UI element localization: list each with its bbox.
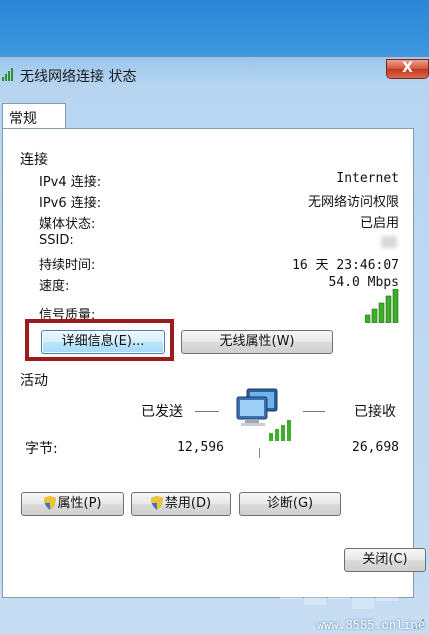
tab-strip: 常规 [0, 101, 429, 130]
bytes-sent-value: 12,596 [177, 440, 224, 455]
disable-button[interactable]: 禁用(D) [131, 492, 231, 516]
speed-label: 速度: [39, 279, 70, 294]
bytes-label: 字节: [25, 441, 58, 457]
ipv4-value: Internet [336, 171, 399, 186]
wireless-properties-button-label: 无线属性(W) [219, 334, 295, 349]
wireless-properties-button[interactable]: 无线属性(W) [181, 330, 333, 354]
duration-label: 持续时间: [39, 258, 96, 273]
tab-general-label: 常规 [9, 111, 37, 127]
connection-section-label: 连接 [20, 152, 48, 168]
sent-label: 已发送 [141, 404, 183, 420]
activity-section-label: 活动 [20, 373, 48, 389]
window-title: 无线网络连接 状态 [20, 69, 137, 85]
ipv6-label: IPv6 连接: [39, 196, 102, 211]
close-button-label: 关闭(C) [362, 552, 408, 567]
wireless-signal-icon [2, 68, 13, 81]
duration-value: 16 天 23:46:07 [292, 258, 399, 273]
network-computers-icon [236, 388, 291, 441]
sent-separator [195, 411, 219, 412]
uac-shield-icon [150, 496, 163, 510]
uac-shield-icon [43, 496, 56, 510]
general-tab-panel: 连接 IPv4 连接: Internet IPv6 连接: 无网络访问权限 媒体… [2, 128, 414, 598]
ssid-label: SSID: [39, 233, 74, 248]
close-window-button[interactable]: X [386, 59, 429, 79]
media-state-value: 已启用 [359, 216, 399, 231]
signal-strength-icon [365, 289, 399, 323]
title-bar: 无线网络连接 状态 X [0, 57, 429, 93]
properties-button[interactable]: 属性(P) [21, 492, 124, 516]
diagnose-button-label: 诊断(G) [266, 496, 314, 511]
media-state-label: 媒体状态: [39, 217, 96, 232]
ipv6-value: 无网络访问权限 [307, 195, 399, 210]
bytes-divider [259, 448, 260, 458]
close-icon: X [402, 60, 413, 76]
disable-button-label: 禁用(D) [164, 496, 212, 511]
tab-general[interactable]: 常规 [2, 103, 66, 130]
properties-button-label: 属性(P) [57, 496, 102, 511]
bytes-received-value: 26,698 [352, 440, 399, 455]
ssid-value-redacted [381, 236, 397, 248]
close-button[interactable]: 关闭(C) [344, 548, 426, 572]
diagnose-button[interactable]: 诊断(G) [239, 492, 341, 516]
ipv4-label: IPv4 连接: [39, 175, 102, 190]
connection-status-window: 无线网络连接 状态 X 常规 连接 IPv4 连接: Internet IPv6… [0, 56, 429, 634]
speed-value: 54.0 Mbps [328, 275, 399, 290]
details-button-highlight-box [25, 319, 174, 361]
watermark-text: www.8585.online [316, 618, 425, 632]
received-label: 已接收 [354, 404, 396, 420]
desktop-background [0, 0, 429, 58]
received-separator [303, 411, 325, 412]
